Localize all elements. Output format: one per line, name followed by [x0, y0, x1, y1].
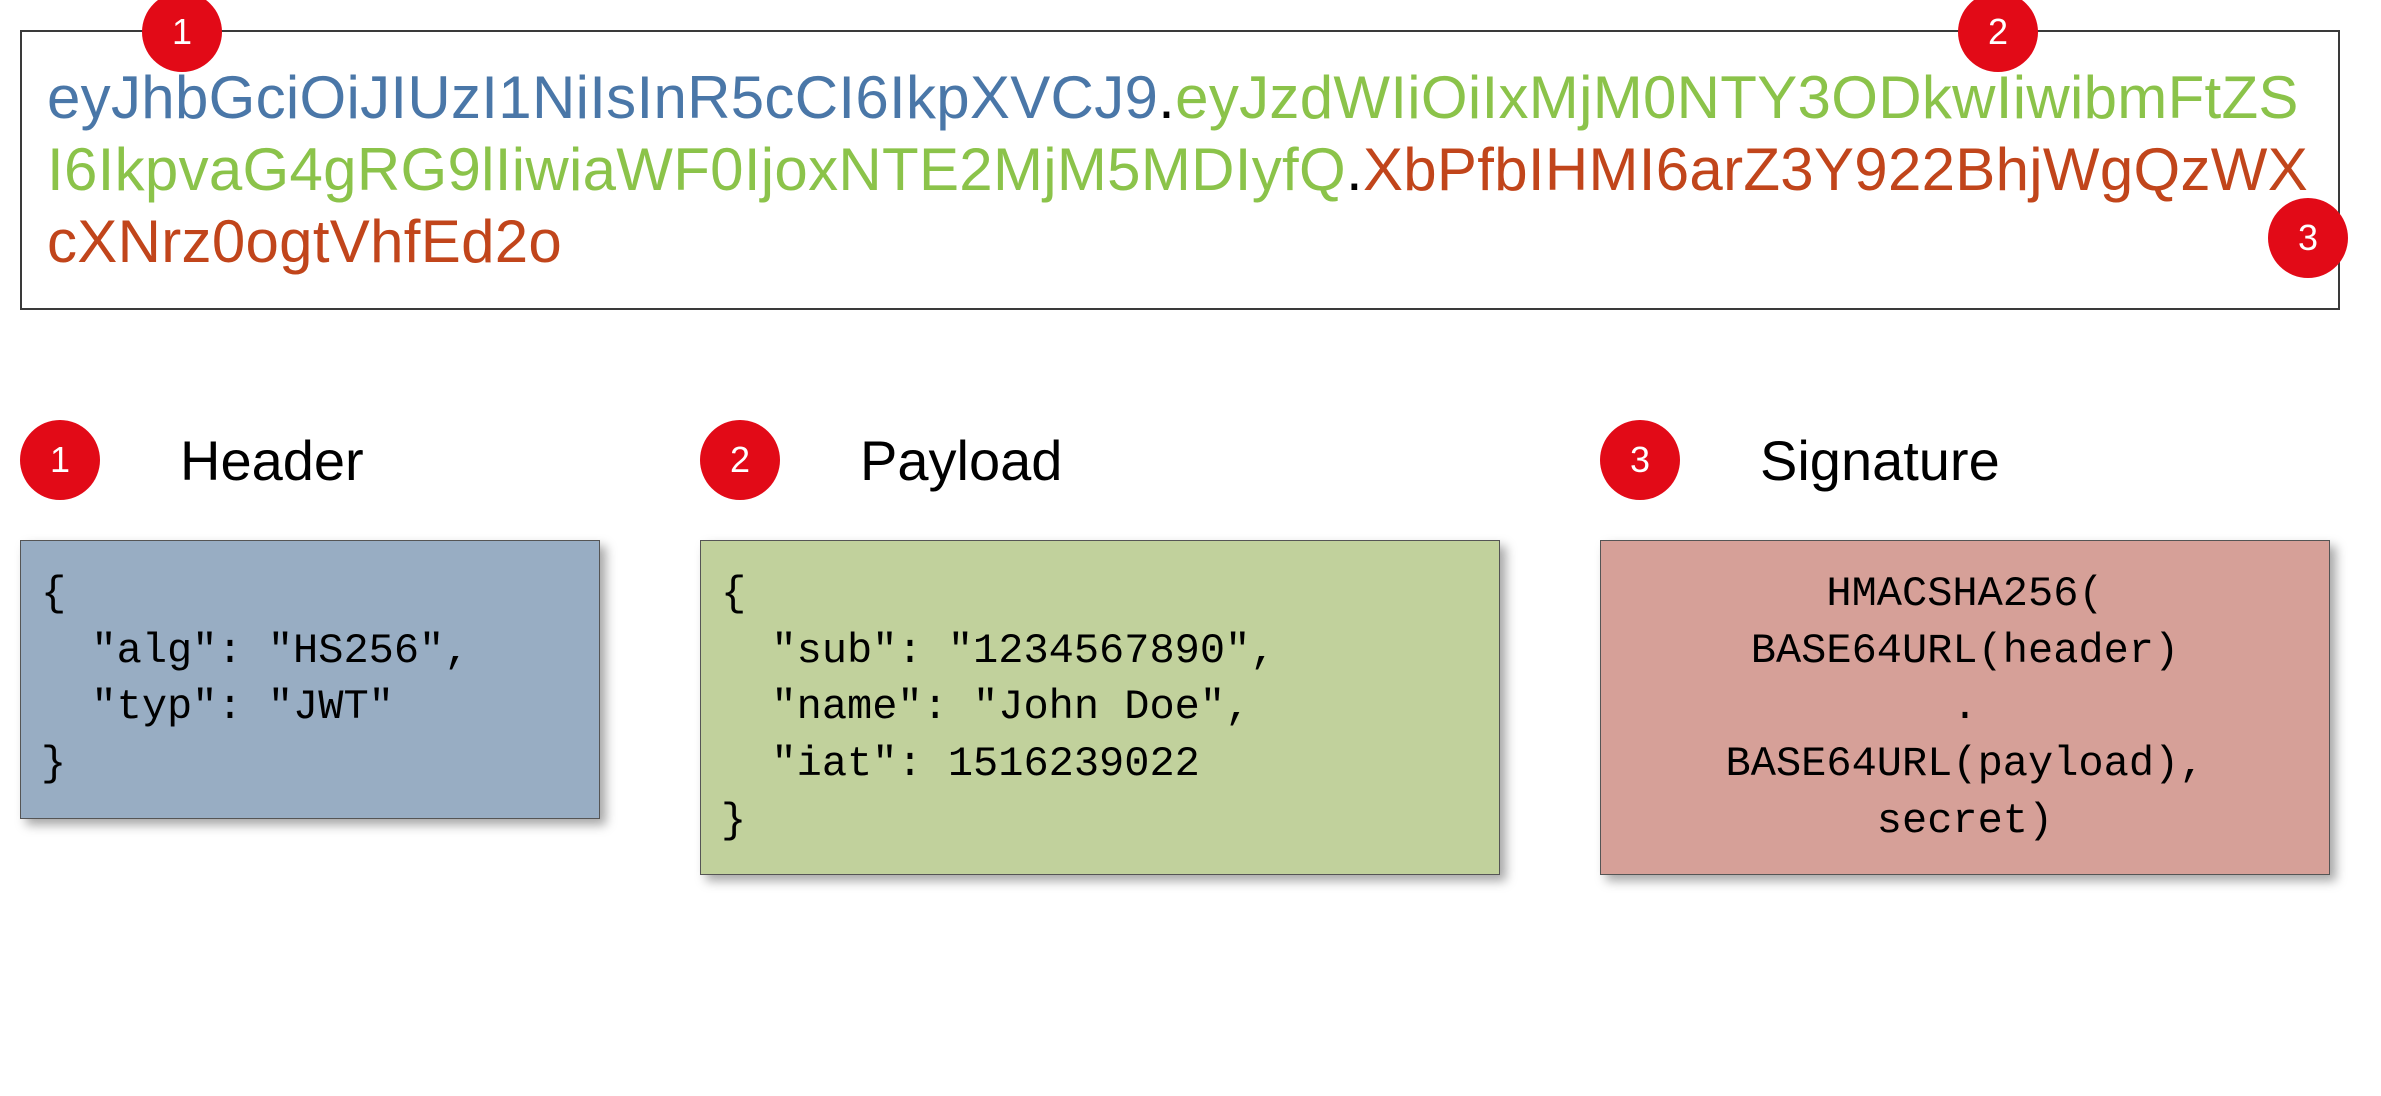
section-signature-title: Signature — [1760, 428, 2000, 493]
token-header-segment: eyJhbGciOiJIUzI1NiIsInR5cCI6IkpXVCJ9 — [47, 64, 1158, 131]
signature-code-box: HMACSHA256( BASE64URL(header) . BASE64UR… — [1600, 540, 2330, 875]
payload-code-box: { "sub": "1234567890", "name": "John Doe… — [700, 540, 1500, 875]
section-badge-1-icon: 1 — [20, 420, 100, 500]
section-signature: 3 Signature HMACSHA256( BASE64URL(header… — [1600, 420, 2330, 875]
section-header-title: Header — [180, 428, 364, 493]
section-signature-titlebar: 3 Signature — [1600, 420, 2330, 500]
jwt-token-text: eyJhbGciOiJIUzI1NiIsInR5cCI6IkpXVCJ9.eyJ… — [47, 62, 2313, 278]
token-dot-1: . — [1158, 64, 1175, 131]
token-dot-2: . — [1346, 136, 1363, 203]
section-badge-2-icon: 2 — [700, 420, 780, 500]
section-header: 1 Header { "alg": "HS256", "typ": "JWT" … — [20, 420, 600, 819]
section-payload: 2 Payload { "sub": "1234567890", "name":… — [700, 420, 1500, 875]
section-payload-titlebar: 2 Payload — [700, 420, 1500, 500]
section-badge-3-icon: 3 — [1600, 420, 1680, 500]
badge-3-icon: 3 — [2268, 198, 2348, 278]
sections-row: 1 Header { "alg": "HS256", "typ": "JWT" … — [20, 420, 2340, 875]
section-payload-title: Payload — [860, 428, 1062, 493]
header-code-box: { "alg": "HS256", "typ": "JWT" } — [20, 540, 600, 819]
jwt-token-box: 1 2 3 eyJhbGciOiJIUzI1NiIsInR5cCI6IkpXVC… — [20, 30, 2340, 310]
section-header-titlebar: 1 Header — [20, 420, 600, 500]
